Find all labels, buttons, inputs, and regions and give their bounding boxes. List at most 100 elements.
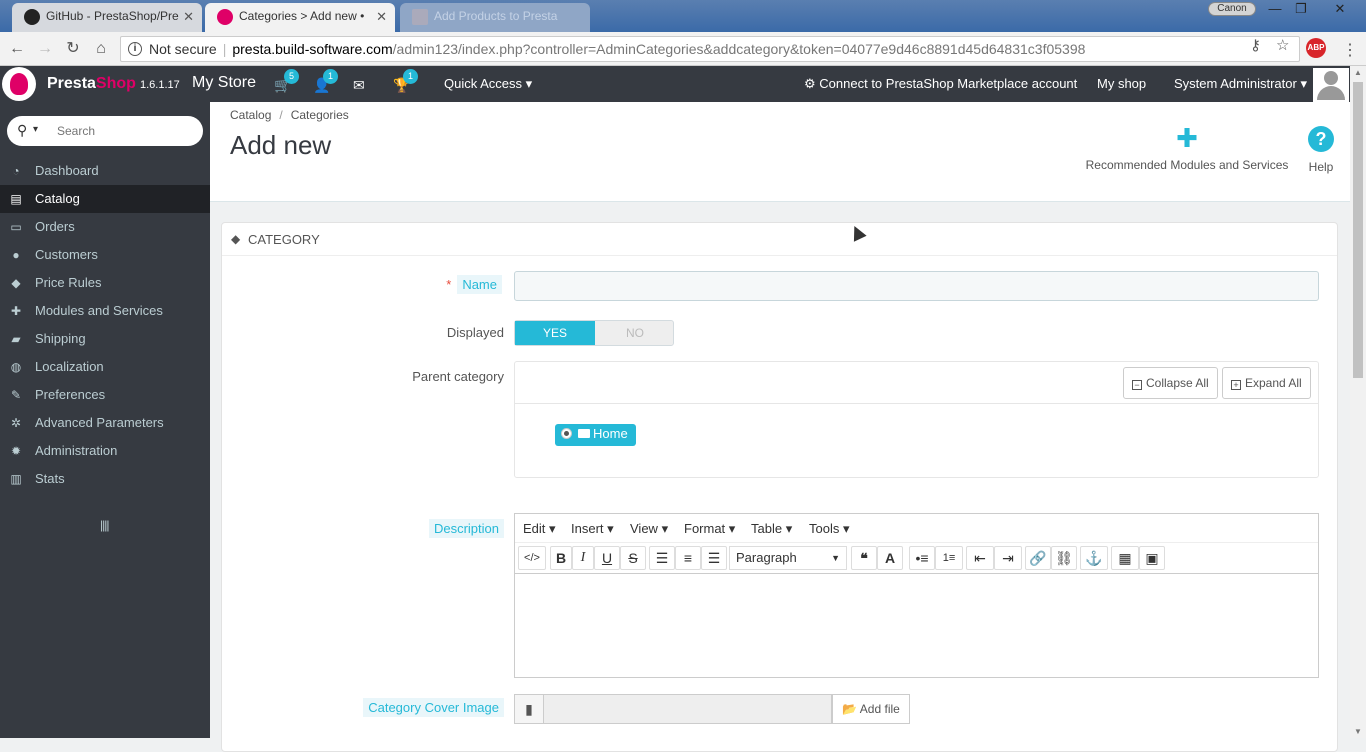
breadcrumb-categories[interactable]: Categories [291,108,349,122]
sidebar-item-advanced-parameters[interactable]: ✲ Advanced Parameters [0,409,210,437]
sidebar-item-catalog[interactable]: ▤ Catalog [0,185,210,213]
customers-badge: 1 [323,69,338,84]
user-icon[interactable]: 👤 1 [313,69,338,94]
sidebar-item-stats[interactable]: ▥ Stats [0,465,210,493]
radio-button[interactable] [561,428,572,439]
link-icon[interactable]: 🔗 [1025,546,1051,570]
sidebar-item-customers[interactable]: ● Customers [0,241,210,269]
cart-icon[interactable]: 🛒 5 [274,69,299,94]
sidebar-item-dashboard[interactable]: ◔ Dashboard [0,157,210,185]
tree-node-home[interactable]: Home [555,424,636,446]
add-file-button[interactable]: 📂 Add file [832,694,910,724]
minus-square-icon: − [1132,380,1142,390]
chevron-down-icon[interactable]: ▾ [33,124,38,135]
switch-no[interactable]: NO [595,321,675,345]
parent-category-label: Parent category [412,369,504,384]
my-shop-link[interactable]: My shop [1097,76,1146,91]
sidebar-item-administration[interactable]: ✹ Administration [0,437,210,465]
image-icon[interactable]: ▣ [1139,546,1165,570]
sidebar-item-orders[interactable]: ▭ Orders [0,213,210,241]
home-icon[interactable]: ⌂ [90,38,112,60]
breadcrumb-catalog[interactable]: Catalog [230,108,271,122]
achievements-badge: 1 [403,69,418,84]
tab-add-products[interactable]: Add Products to Presta [400,3,590,32]
scroll-down-icon[interactable]: ▼ [1354,727,1362,736]
underline-icon[interactable]: U [594,546,620,570]
name-input[interactable] [514,271,1319,301]
description-editor: Edit ▾ Insert ▾ View ▾ Format ▾ Table ▾ Tools… [514,513,1319,678]
bar-chart-icon: ▥ [10,472,22,486]
outdent-icon[interactable]: ⇤ [966,546,994,570]
minimize-button[interactable]: — [1264,0,1286,20]
collapse-all-button[interactable]: − Collapse All [1123,367,1218,399]
tab-github[interactable]: GitHub - PrestaShop/Pre ✕ [12,3,202,32]
switch-yes[interactable]: YES [515,321,595,345]
sidebar-item-label: Administration [35,443,118,458]
text-color-icon[interactable]: A [877,546,903,570]
chevron-down-icon: ▾ [782,521,793,536]
employee-menu[interactable]: System Administrator ▾ [1174,76,1307,92]
sidebar-item-shipping[interactable]: ▰ Shipping [0,325,210,353]
breadcrumb: Catalog / Categories [230,108,349,122]
marketplace-link[interactable]: ⚙ Connect to PrestaShop Marketplace acco… [804,76,1077,92]
quick-access-menu[interactable]: Quick Access ▾ [444,76,532,92]
editor-menu-view[interactable]: View ▾ [630,521,668,537]
scroll-up-icon[interactable]: ▲ [1354,68,1362,77]
page-scrollbar[interactable]: ▲ ▼ [1350,66,1366,738]
sidebar-item-localization[interactable]: ◍ Localization [0,353,210,381]
sidebar-item-preferences[interactable]: ✎ Preferences [0,381,210,409]
collapse-menu-handle[interactable]: |||| [100,518,110,532]
forward-icon[interactable]: → [34,38,56,60]
editor-menu-edit[interactable]: Edit ▾ [523,521,556,537]
chevron-down-icon: ▾ [603,521,614,536]
unlink-icon[interactable]: ⛓ [1051,546,1077,570]
expand-all-button[interactable]: + Expand All [1222,367,1311,399]
scroll-thumb[interactable] [1353,82,1363,378]
numbered-list-icon[interactable]: 1≡ [935,546,963,570]
url-bar[interactable]: i Not secure | presta.build-software.com/a… [120,36,1300,62]
recommended-modules-button[interactable]: ✚ Recommended Modules and Services [1080,124,1294,172]
cover-file-input[interactable] [544,694,832,724]
editor-menu-table[interactable]: Table ▾ [751,521,792,537]
editor-menu-insert[interactable]: Insert ▾ [571,521,614,537]
search-input[interactable] [57,121,197,141]
back-icon[interactable]: ← [6,38,28,60]
sidebar-item-modules-and-services[interactable]: ✚ Modules and Services [0,297,210,325]
window-close-button[interactable]: ✕ [1320,0,1360,20]
avatar[interactable] [1313,68,1349,102]
strikethrough-icon[interactable]: S [620,546,646,570]
anchor-icon[interactable]: ⚓ [1080,546,1108,570]
menu-icon[interactable]: ⋮ [1342,40,1358,60]
align-right-icon[interactable]: ☰ [701,546,727,570]
align-center-icon[interactable]: ≡ [675,546,701,570]
close-icon[interactable]: ✕ [376,3,387,30]
blockquote-icon[interactable]: ❝ [851,546,877,570]
editor-menu-format[interactable]: Format ▾ [684,521,735,537]
editor-menu-tools[interactable]: Tools ▾ [809,521,850,537]
align-left-icon[interactable]: ☰ [649,546,675,570]
key-icon[interactable]: ⚷ [1250,36,1261,54]
prestashop-logo[interactable] [2,67,36,101]
trophy-icon[interactable]: 🏆 1 [393,69,418,94]
bold-icon[interactable]: B [550,546,572,570]
store-name[interactable]: My Store [192,74,256,92]
search-icon[interactable]: ⚲ [17,122,27,139]
format-select[interactable]: Paragraph ▼ [729,546,847,570]
close-icon[interactable]: ✕ [183,3,194,30]
star-icon[interactable]: ☆ [1276,36,1289,54]
source-code-icon[interactable]: </> [518,546,546,570]
logo-text[interactable]: PrestaShop [47,75,136,93]
adblock-icon[interactable]: ABP [1306,38,1326,58]
reload-icon[interactable]: ↻ [62,38,84,60]
maximize-button[interactable]: ❐ [1290,0,1312,20]
tab-categories[interactable]: Categories > Add new • ✕ [205,3,395,32]
info-icon[interactable]: i [128,42,142,56]
italic-icon[interactable]: I [572,546,594,570]
sidebar-item-price-rules[interactable]: ◆ Price Rules [0,269,210,297]
bullet-list-icon[interactable]: •≡ [909,546,935,570]
indent-icon[interactable]: ⇥ [994,546,1022,570]
envelope-icon[interactable]: ✉ [353,77,365,94]
help-button[interactable]: ? Help [1304,124,1338,174]
displayed-switch[interactable]: YES NO [514,320,674,346]
video-icon[interactable]: ▦ [1111,546,1139,570]
